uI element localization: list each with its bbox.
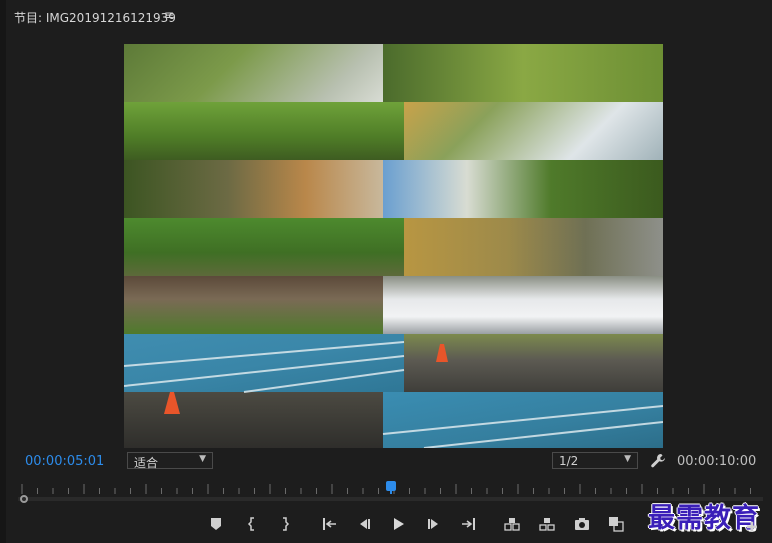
panel-title: 节目: IMG20191216121939	[14, 11, 176, 25]
mark-out-button[interactable]	[273, 513, 297, 535]
step-back-button[interactable]	[352, 513, 376, 535]
extract-button[interactable]	[535, 513, 559, 535]
mark-in-icon	[247, 517, 254, 531]
compare-view-button[interactable]	[604, 513, 628, 535]
add-marker-button[interactable]	[204, 513, 228, 535]
hamburger-menu-icon[interactable]: ≡	[164, 8, 174, 22]
play-icon	[394, 518, 404, 530]
extract-icon	[539, 518, 555, 531]
play-button[interactable]	[386, 513, 410, 535]
track-lines	[124, 341, 663, 448]
go-to-in-button[interactable]	[318, 513, 342, 535]
lift-icon	[504, 518, 520, 531]
step-back-icon	[360, 519, 370, 529]
go-to-out-button[interactable]	[456, 513, 480, 535]
program-monitor-viewer[interactable]	[124, 44, 663, 448]
go-to-out-icon	[462, 518, 475, 530]
panel-header: 节目: IMG20191216121939 ≡	[0, 0, 772, 34]
export-frame-button[interactable]	[570, 513, 594, 535]
step-forward-icon	[428, 519, 438, 529]
add-button-icon[interactable]: ✚	[746, 520, 758, 536]
zoom-level-select[interactable]: 适合 ▼	[127, 452, 213, 470]
watermark-logo: 最需教育	[648, 503, 760, 534]
playback-resolution-select[interactable]: 1/2 ▼	[552, 452, 638, 469]
step-forward-button[interactable]	[422, 513, 446, 535]
go-to-in-icon	[323, 518, 336, 530]
panel-edge	[0, 0, 6, 543]
chevron-down-icon: ▼	[624, 454, 631, 464]
mark-in-button[interactable]	[240, 513, 264, 535]
camera-icon	[575, 518, 589, 530]
chevron-down-icon: ▼	[199, 454, 206, 464]
duration-timecode: 00:00:10:00	[677, 454, 757, 469]
playback-resolution-value: 1/2	[559, 454, 579, 468]
compare-icon	[609, 517, 624, 532]
in-point-handle[interactable]	[20, 495, 28, 503]
wrench-icon[interactable]	[650, 453, 666, 469]
mark-out-icon	[283, 517, 290, 531]
lift-button[interactable]	[500, 513, 524, 535]
playhead[interactable]	[385, 481, 396, 494]
current-timecode[interactable]: 00:00:05:01	[25, 454, 104, 469]
zoom-level-value: 适合	[134, 456, 159, 470]
marker-icon	[211, 518, 221, 530]
